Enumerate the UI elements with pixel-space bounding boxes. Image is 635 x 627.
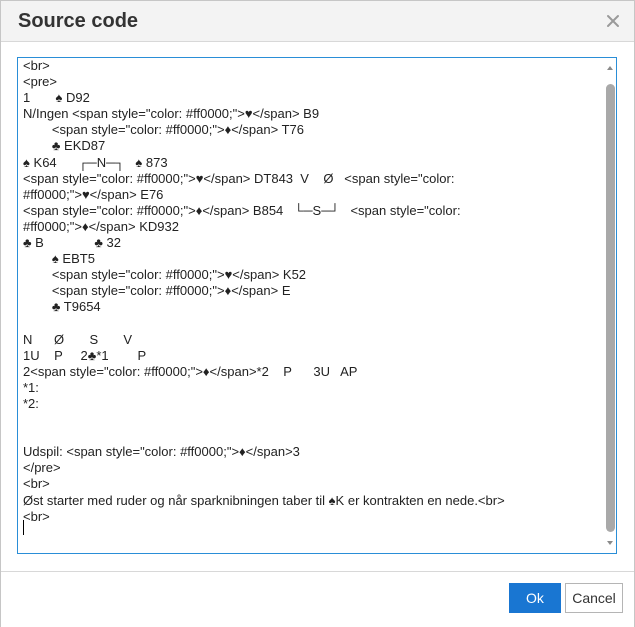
code-line: ♣ B ♣ 32 <box>23 235 121 251</box>
arrow-up-icon <box>607 66 613 70</box>
dialog-title: Source code <box>18 10 139 32</box>
code-line: *2: <box>23 395 39 411</box>
code-line: 1 ♠ D92 <box>23 90 90 106</box>
code-line: ♠ EBT5 <box>23 251 95 267</box>
code-line: N/Ingen <span style="color: #ff0000;">♥<… <box>23 106 320 122</box>
scroll-up-button[interactable] <box>604 61 616 75</box>
code-line: <span style="color: #ff0000;">♦</span> E <box>23 283 291 299</box>
code-line: Udspil: <span style="color: #ff0000;">♦<… <box>23 444 300 460</box>
source-code-text[interactable]: <br> <pre> 1 ♠ D92 N/Ingen <span style="col… <box>23 58 601 525</box>
code-line: ♣ T9654 <box>23 299 101 315</box>
code-line: 1U P 2♣*1 P <box>23 347 147 363</box>
code-line: 2<span style="color: #ff0000;">♦</span>*… <box>23 363 358 379</box>
code-line: <br> <box>23 476 50 492</box>
code-line: #ff0000;">♦</span> KD932 <box>23 218 179 234</box>
dialog-footer: Ok Cancel <box>1 571 634 627</box>
code-line: <span style="color: #ff0000;">♥</span> K… <box>23 267 307 283</box>
code-line: ♠ K64 ┌─N─┐ ♠ 873 <box>23 154 168 170</box>
text-caret <box>23 520 24 535</box>
code-line: #ff0000;">♥</span> E76 <box>23 186 164 202</box>
code-line: <br> <box>23 508 50 524</box>
code-line: <span style="color: #ff0000;">♥</span> D… <box>23 170 455 186</box>
close-icon <box>607 15 619 27</box>
scroll-down-button[interactable] <box>604 536 616 550</box>
code-line: N Ø S V <box>23 331 133 347</box>
ok-button[interactable]: Ok <box>509 583 561 613</box>
code-line: *1: <box>23 379 39 395</box>
dialog-body: <br> <pre> 1 ♠ D92 N/Ingen <span style="col… <box>1 42 634 571</box>
source-code-textarea[interactable]: <br> <pre> 1 ♠ D92 N/Ingen <span style="col… <box>17 57 617 554</box>
close-button[interactable] <box>601 9 625 33</box>
code-line: <span style="color: #ff0000;">♦</span> T… <box>23 122 304 138</box>
code-line: <br> <box>23 58 50 73</box>
code-line: Øst starter med ruder og når sparknibnin… <box>23 492 505 508</box>
vertical-scrollbar[interactable] <box>604 58 616 553</box>
code-line: </pre> <box>23 460 61 476</box>
cancel-button[interactable]: Cancel <box>565 583 623 613</box>
arrow-down-icon <box>607 541 613 545</box>
dialog-header: Source code <box>1 1 634 42</box>
code-line: <span style="color: #ff0000;">♦</span> B… <box>23 202 461 218</box>
source-code-dialog: Source code <br> <pre> 1 ♠ D92 N/Ingen <spa… <box>0 0 635 627</box>
scrollbar-thumb[interactable] <box>606 84 615 532</box>
code-line: ♣ EKD87 <box>23 138 106 154</box>
code-line: <pre> <box>23 74 57 90</box>
